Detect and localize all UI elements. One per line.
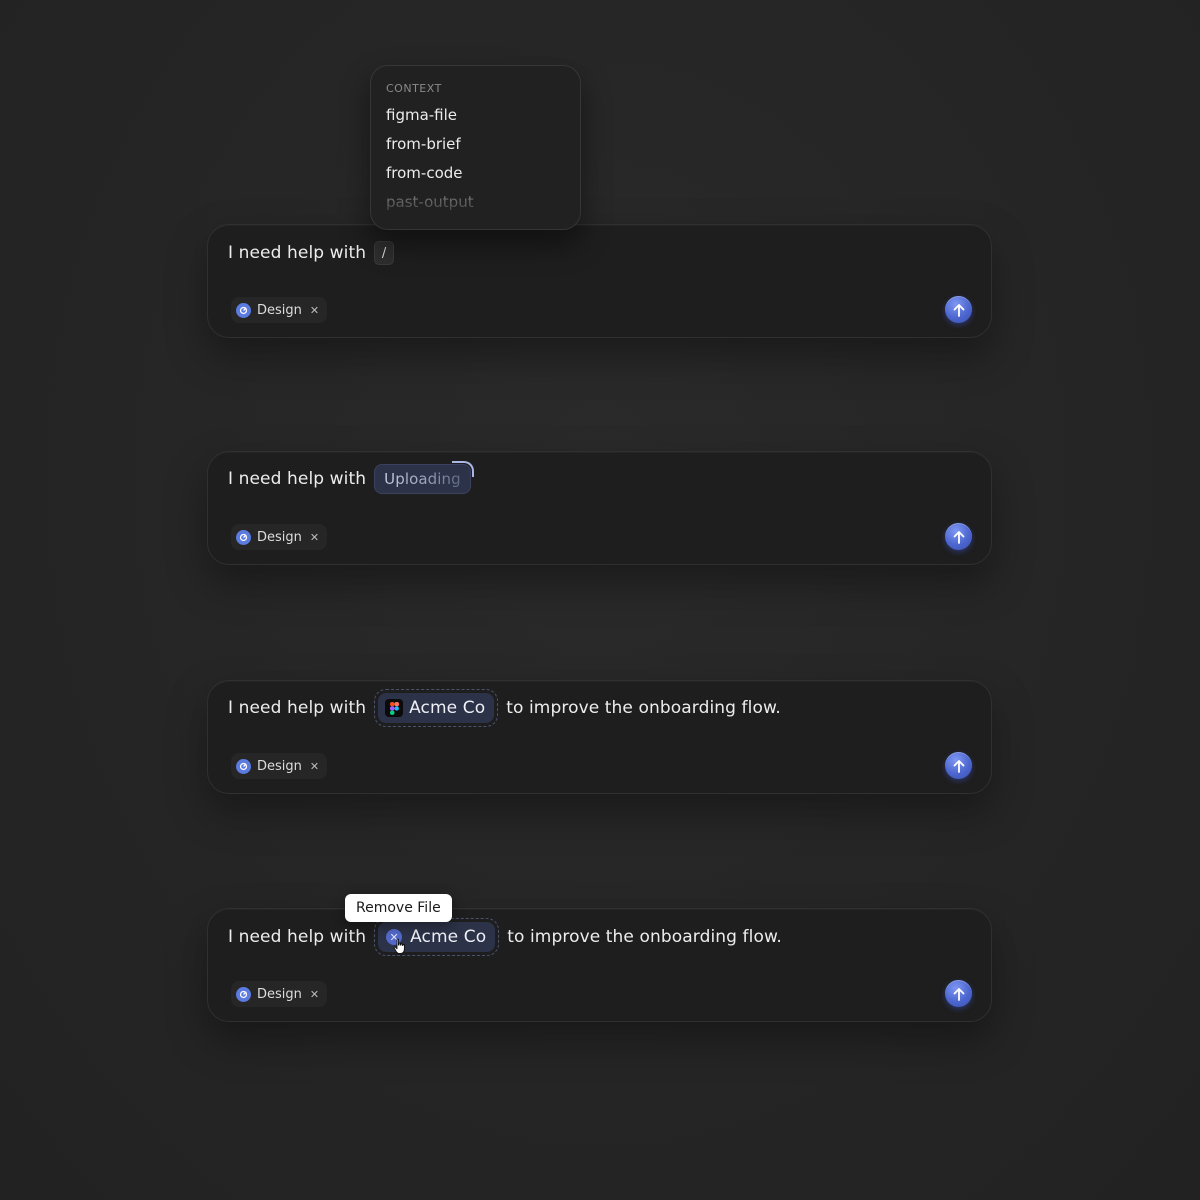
after-text: to improve the onboarding flow.	[507, 927, 782, 947]
prompt-line[interactable]: I need help with Uploading	[228, 461, 474, 494]
composer-file-attached: I need help with Acme Co to improve the …	[207, 680, 992, 794]
arrow-up-icon	[953, 530, 964, 544]
dropdown-fade	[371, 195, 580, 229]
dropdown-item-from-brief[interactable]: from-brief	[386, 135, 461, 153]
file-token[interactable]: Acme Co	[374, 689, 499, 727]
dropdown-item-figma-file[interactable]: figma-file	[386, 106, 457, 124]
hand-cursor-icon	[393, 938, 405, 954]
send-button[interactable]	[945, 752, 972, 779]
design-tag-chip[interactable]: Design ✕	[231, 524, 328, 550]
prompt-text: I need help with	[228, 698, 367, 718]
prompt-text: I need help with	[228, 243, 367, 263]
dropdown-item-from-code[interactable]: from-code	[386, 164, 463, 182]
composer-slash-command: I need help with / Design ✕	[207, 224, 992, 338]
close-icon[interactable]: ✕	[310, 988, 319, 1001]
send-button[interactable]	[945, 296, 972, 323]
send-button[interactable]	[945, 523, 972, 550]
prompt-line[interactable]: I need help with ✕ Acme Co to improve th…	[228, 918, 782, 956]
close-icon[interactable]: ✕	[310, 760, 319, 773]
design-icon	[236, 302, 251, 318]
tag-label: Design	[257, 758, 302, 774]
design-tag-chip[interactable]: Design ✕	[231, 753, 328, 779]
send-button[interactable]	[945, 980, 972, 1007]
prompt-text: I need help with	[228, 469, 367, 489]
close-icon[interactable]: ✕	[310, 531, 319, 544]
figma-icon	[385, 699, 404, 717]
design-icon	[236, 529, 251, 545]
composer-uploading: I need help with Uploading Design ✕	[207, 451, 992, 565]
arrow-up-icon	[953, 759, 964, 773]
file-name: Acme Co	[409, 698, 486, 718]
slash-command-token[interactable]: /	[374, 241, 395, 265]
progress-spinner-icon	[451, 461, 474, 477]
file-name: Acme Co	[410, 927, 487, 947]
design-icon	[236, 986, 251, 1002]
design-tag-chip[interactable]: Design ✕	[231, 981, 328, 1007]
prompt-line[interactable]: I need help with Acme Co to improve the …	[228, 689, 781, 727]
tag-label: Design	[257, 986, 302, 1002]
tag-label: Design	[257, 529, 302, 545]
arrow-up-icon	[953, 987, 964, 1001]
prompt-line[interactable]: I need help with /	[228, 239, 395, 267]
after-text: to improve the onboarding flow.	[506, 698, 781, 718]
arrow-up-icon	[953, 303, 964, 317]
prompt-text: I need help with	[228, 927, 367, 947]
remove-file-tooltip: Remove File	[345, 894, 452, 922]
design-icon	[236, 758, 251, 774]
composer-file-hover-remove: I need help with ✕ Acme Co to improve th…	[207, 908, 992, 1022]
design-tag-chip[interactable]: Design ✕	[231, 297, 328, 323]
uploading-token: Uploading	[374, 461, 474, 494]
dropdown-heading: CONTEXT	[386, 82, 442, 95]
context-dropdown: CONTEXT figma-file from-brief from-code …	[370, 65, 581, 230]
close-icon[interactable]: ✕	[310, 304, 319, 317]
tag-label: Design	[257, 302, 302, 318]
